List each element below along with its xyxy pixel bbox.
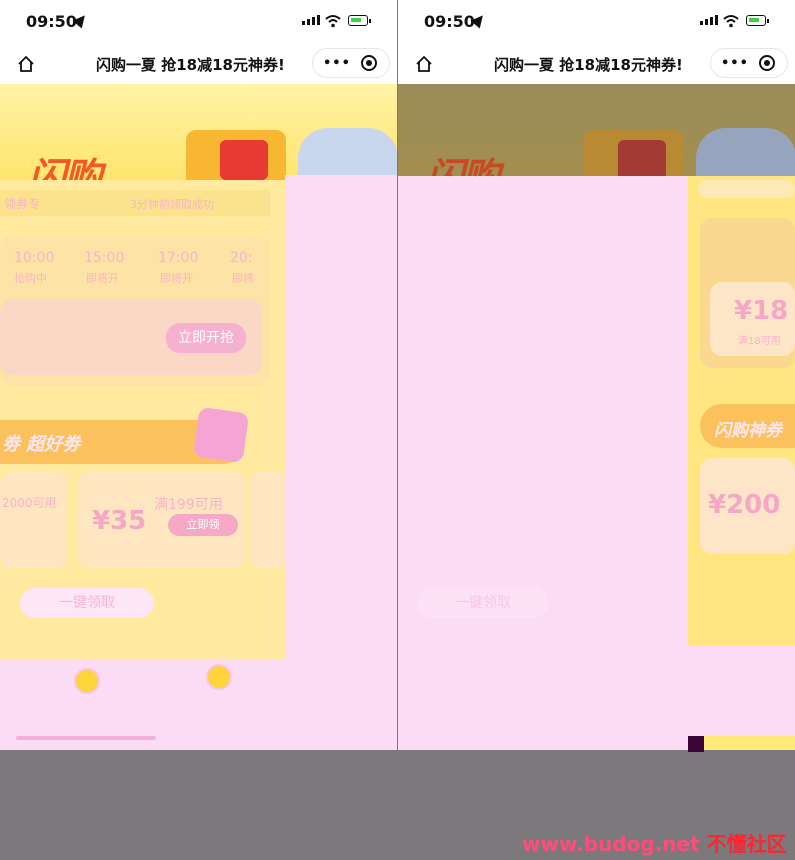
claim-all-button[interactable]: 一键领取 xyxy=(20,588,154,618)
signal-icon xyxy=(700,15,718,25)
close-target-icon[interactable] xyxy=(759,55,775,71)
close-target-icon[interactable] xyxy=(361,55,377,71)
more-menu-button[interactable]: ••• xyxy=(721,56,749,71)
section-title: 劵 超好劵 xyxy=(2,434,81,455)
time-tab-sub-2: 即将开 xyxy=(160,272,193,285)
status-time: 09:50 xyxy=(26,12,77,31)
claim-all-button[interactable]: 一键领取 xyxy=(418,588,548,618)
nav-bar: 闪购一夏 抢18减18元神券! ••• xyxy=(0,44,397,84)
page-title: 闪购一夏 抢18减18元神券! xyxy=(96,56,285,74)
home-indicator xyxy=(16,736,156,740)
wifi-icon xyxy=(325,15,341,28)
tab-icon-coupons[interactable] xyxy=(206,664,232,690)
dark-square xyxy=(688,736,704,752)
side-coupon-sub-1: 满18可用 xyxy=(738,336,781,347)
purse-image xyxy=(192,406,250,464)
wifi-icon xyxy=(723,15,739,28)
tab-icon-home[interactable] xyxy=(74,668,100,694)
time-tab-3[interactable]: 20: xyxy=(230,250,253,266)
nav-bar: 闪购一夏 抢18减18元神券! ••• xyxy=(398,44,795,84)
side-bottom xyxy=(688,646,795,736)
home-icon[interactable] xyxy=(414,54,434,74)
miniprogram-capsule: ••• xyxy=(710,48,788,78)
popup-overlay xyxy=(398,176,688,750)
miniprogram-capsule: ••• xyxy=(312,48,390,78)
watermark: www.budog.net 不懂社区 xyxy=(522,828,787,857)
status-bar: 09:50 xyxy=(0,0,397,44)
side-section-title: 闪购神券 xyxy=(714,421,782,441)
coupon-condition: 满199可用 xyxy=(154,497,223,513)
ticker-text: 3分钟前领取成功 xyxy=(130,198,214,211)
status-bar: 09:50 xyxy=(398,0,795,44)
red-gift-icon xyxy=(220,140,268,180)
coupon-card-right[interactable] xyxy=(250,472,290,568)
side-coupon-amount-2: ¥200 xyxy=(708,490,781,520)
side-coupon-amount-1: ¥18 xyxy=(734,296,789,326)
claim-coupon-button[interactable]: 立即领 xyxy=(168,514,238,536)
battery-icon xyxy=(348,15,371,26)
right-phone-screen: 09:50 闪购一夏 抢18减18元神券! ••• 闪购 一键领取 ¥18 满1… xyxy=(398,0,795,750)
time-tab-sub-3: 即将 xyxy=(232,272,254,285)
watermark-url: www.budog.net xyxy=(522,832,700,856)
time-tab-2[interactable]: 17:00 xyxy=(158,250,198,266)
popup-overlay-left xyxy=(285,175,397,750)
more-menu-button[interactable]: ••• xyxy=(323,56,351,71)
left-phone-screen: 09:50 闪购一夏 抢18减18元神券! ••• 闪购 领券专 3分钟前领取成… xyxy=(0,0,397,750)
watermark-name: 不懂社区 xyxy=(706,832,787,856)
time-tab-sub-0: 抢购中 xyxy=(14,272,47,285)
home-icon[interactable] xyxy=(16,54,36,74)
grab-now-button[interactable]: 立即开抢 xyxy=(166,323,246,353)
coupon-left-condition: 2000可用 xyxy=(2,496,57,510)
signal-icon xyxy=(302,15,320,25)
side-top-pill xyxy=(698,180,795,198)
time-tab-1[interactable]: 15:00 xyxy=(84,250,124,266)
coupon-amount: ¥35 xyxy=(92,506,147,536)
time-tab-0[interactable]: 10:00 xyxy=(14,250,54,266)
battery-icon xyxy=(746,15,769,26)
coupon-badge: 领券专 xyxy=(4,197,41,211)
status-time: 09:50 xyxy=(424,12,475,31)
red-gift-icon xyxy=(618,140,666,180)
time-tab-sub-1: 即将开 xyxy=(86,272,119,285)
coupon-card-left[interactable] xyxy=(0,472,68,568)
page-title: 闪购一夏 抢18减18元神券! xyxy=(494,56,683,74)
